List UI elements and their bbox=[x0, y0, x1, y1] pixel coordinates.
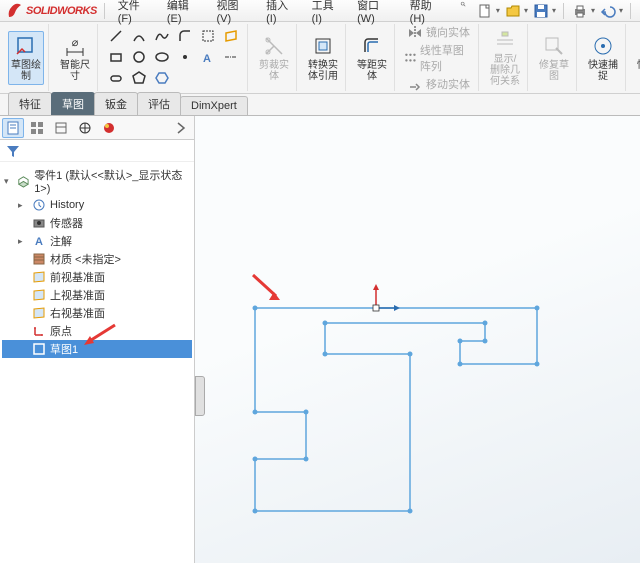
relations-button[interactable]: 显示/删除几何关系 bbox=[487, 26, 523, 89]
tree-front-plane[interactable]: 前视基准面 bbox=[2, 268, 192, 286]
app-brand: SOLIDWORKS bbox=[26, 5, 97, 17]
polygon-icon[interactable] bbox=[129, 69, 149, 87]
spline-icon[interactable] bbox=[152, 27, 172, 45]
menu-edit[interactable]: 编辑(E) bbox=[161, 0, 209, 27]
open-icon[interactable] bbox=[504, 2, 522, 20]
menu-view[interactable]: 视图(V) bbox=[210, 0, 258, 27]
print-icon[interactable] bbox=[571, 2, 589, 20]
dimxpert-mgr-icon[interactable] bbox=[74, 118, 96, 138]
repair-button[interactable]: 修复草图 bbox=[536, 32, 572, 84]
tree-annotations[interactable]: ▸A注解 bbox=[2, 232, 192, 250]
feature-tree: ▾零件1 (默认<<默认>_显示状态 1>) ▸History 传感器 ▸A注解… bbox=[0, 162, 194, 563]
menu-tools[interactable]: 工具(I) bbox=[306, 0, 349, 27]
tab-sketch[interactable]: 草图 bbox=[51, 92, 95, 115]
config-mgr-icon[interactable] bbox=[50, 118, 72, 138]
feature-tree-icon[interactable] bbox=[2, 118, 24, 138]
tree-root[interactable]: ▾零件1 (默认<<默认>_显示状态 1>) bbox=[2, 166, 192, 196]
svg-text:A: A bbox=[35, 236, 43, 248]
tab-sheetmetal[interactable]: 钣金 bbox=[94, 92, 138, 115]
panel-tabs bbox=[0, 116, 194, 140]
move-button[interactable]: 移动实体 bbox=[406, 75, 471, 93]
property-mgr-icon[interactable] bbox=[26, 118, 48, 138]
tree-right-plane[interactable]: 右视基准面 bbox=[2, 304, 192, 322]
svg-text:A: A bbox=[203, 53, 211, 65]
tree-material[interactable]: 材质 <未指定> bbox=[2, 250, 192, 268]
tree-origin[interactable]: 原点 bbox=[2, 322, 192, 340]
app-logo: SOLIDWORKS bbox=[6, 2, 97, 20]
mirror-button[interactable]: 镜向实体 bbox=[406, 23, 471, 41]
sketch-tools-grid: A bbox=[106, 27, 243, 89]
panel-collapse-grip[interactable] bbox=[195, 376, 205, 416]
ribbon: 草图绘制 ⌀ 智能尺寸 A 剪裁实体 bbox=[0, 22, 640, 94]
line-icon[interactable] bbox=[106, 27, 126, 45]
undo-icon[interactable] bbox=[599, 2, 617, 20]
plane-icon[interactable] bbox=[221, 27, 241, 45]
filter-icon[interactable] bbox=[4, 142, 22, 160]
menu-window[interactable]: 窗口(W) bbox=[351, 0, 402, 27]
convert-button[interactable]: 转换实体引用 bbox=[305, 32, 341, 84]
tab-dimxpert[interactable]: DimXpert bbox=[180, 96, 248, 115]
tab-evaluate[interactable]: 评估 bbox=[137, 92, 181, 115]
tree-sketch1[interactable]: 草图1 bbox=[2, 340, 192, 358]
pattern-button[interactable]: 线性草图阵列 bbox=[403, 41, 474, 75]
arc-icon[interactable] bbox=[129, 27, 149, 45]
feature-manager-panel: ▾零件1 (默认<<默认>_显示状态 1>) ▸History 传感器 ▸A注解… bbox=[0, 116, 195, 563]
sketch-origin-icon bbox=[373, 284, 400, 311]
tree-history[interactable]: ▸History bbox=[2, 196, 192, 214]
tree-sensors[interactable]: 传感器 bbox=[2, 214, 192, 232]
rectangle-icon[interactable] bbox=[106, 48, 126, 66]
title-bar: SOLIDWORKS 文件(F) 编辑(E) 视图(V) 插入(I) 工具(I)… bbox=[0, 0, 640, 22]
menu-insert[interactable]: 插入(I) bbox=[260, 0, 303, 27]
graphics-area[interactable] bbox=[195, 116, 640, 563]
save-icon[interactable] bbox=[532, 2, 550, 20]
ellipse-icon[interactable] bbox=[152, 48, 172, 66]
search-icon[interactable] bbox=[454, 0, 472, 13]
circle-icon[interactable] bbox=[129, 48, 149, 66]
new-icon[interactable] bbox=[476, 2, 494, 20]
trim-button[interactable]: 剪裁实体 bbox=[256, 32, 292, 84]
text-icon[interactable]: A bbox=[198, 48, 218, 66]
panel-next-icon[interactable] bbox=[170, 118, 192, 138]
menu-file[interactable]: 文件(F) bbox=[112, 0, 159, 27]
rapid-sketch-button[interactable]: 快速草图 bbox=[634, 32, 640, 84]
hexagon-icon[interactable] bbox=[152, 69, 172, 87]
sketch-button[interactable]: 草图绘制 bbox=[8, 31, 44, 85]
tab-feature[interactable]: 特征 bbox=[8, 92, 52, 115]
rect-select-icon[interactable] bbox=[198, 27, 218, 45]
offset-button[interactable]: 等距实体 bbox=[354, 32, 390, 84]
centerline-icon[interactable] bbox=[221, 48, 241, 66]
point-icon[interactable] bbox=[175, 48, 195, 66]
svg-text:⌀: ⌀ bbox=[72, 37, 79, 49]
command-tabs: 特征 草图 钣金 评估 DimXpert bbox=[0, 94, 640, 116]
slot-icon[interactable] bbox=[106, 69, 126, 87]
tree-top-plane[interactable]: 上视基准面 bbox=[2, 286, 192, 304]
fillet-icon[interactable] bbox=[175, 27, 195, 45]
quicksnap-button[interactable]: 快速捕捉 bbox=[585, 32, 621, 84]
quick-access-toolbar: ▾ ▾ ▾ ▾ ▾ bbox=[476, 2, 634, 20]
display-mgr-icon[interactable] bbox=[98, 118, 120, 138]
smart-dimension-button[interactable]: ⌀ 智能尺寸 bbox=[57, 32, 93, 84]
